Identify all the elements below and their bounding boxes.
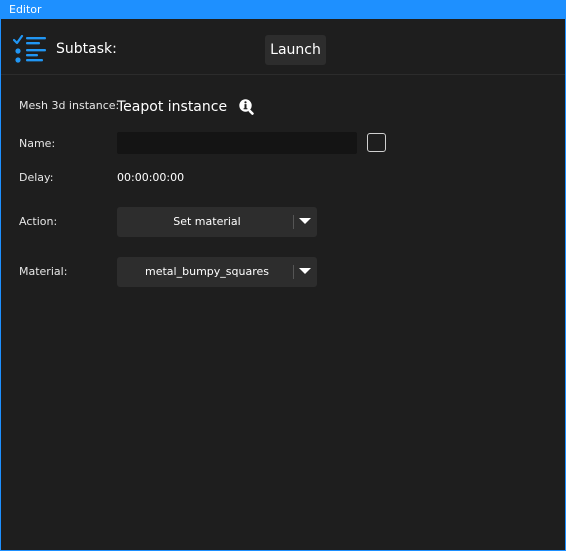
mesh-instance-label: Mesh 3d instance: <box>19 99 120 112</box>
material-label: Material: <box>19 265 68 278</box>
task-list-icon <box>13 35 46 63</box>
subtask-label: Subtask: <box>56 41 117 57</box>
dropdown-separator <box>293 265 294 279</box>
name-label: Name: <box>19 137 56 150</box>
info-magnifier-icon[interactable] <box>238 98 256 116</box>
action-selected: Set material <box>173 215 241 228</box>
name-input[interactable] <box>117 132 357 154</box>
action-dropdown[interactable]: Set material <box>117 207 317 237</box>
title-bar[interactable]: Editor <box>1 1 565 19</box>
action-label: Action: <box>19 215 58 228</box>
launch-button[interactable]: Launch <box>265 35 326 65</box>
dropdown-separator <box>293 215 294 229</box>
editor-window: Editor Subtask: Launch Mesh 3d instance:… <box>0 0 566 551</box>
subtask-header: Subtask: Launch <box>1 19 565 75</box>
material-selected: metal_bumpy_squares <box>145 265 269 278</box>
material-dropdown[interactable]: metal_bumpy_squares <box>117 257 317 287</box>
chevron-down-icon <box>299 218 311 224</box>
delay-label: Delay: <box>19 171 54 184</box>
name-checkbox[interactable] <box>367 133 386 152</box>
mesh-instance-value: Teapot instance <box>117 99 228 115</box>
window-title: Editor <box>9 3 42 16</box>
chevron-down-icon <box>299 268 311 274</box>
delay-value[interactable]: 00:00:00:00 <box>117 171 184 185</box>
